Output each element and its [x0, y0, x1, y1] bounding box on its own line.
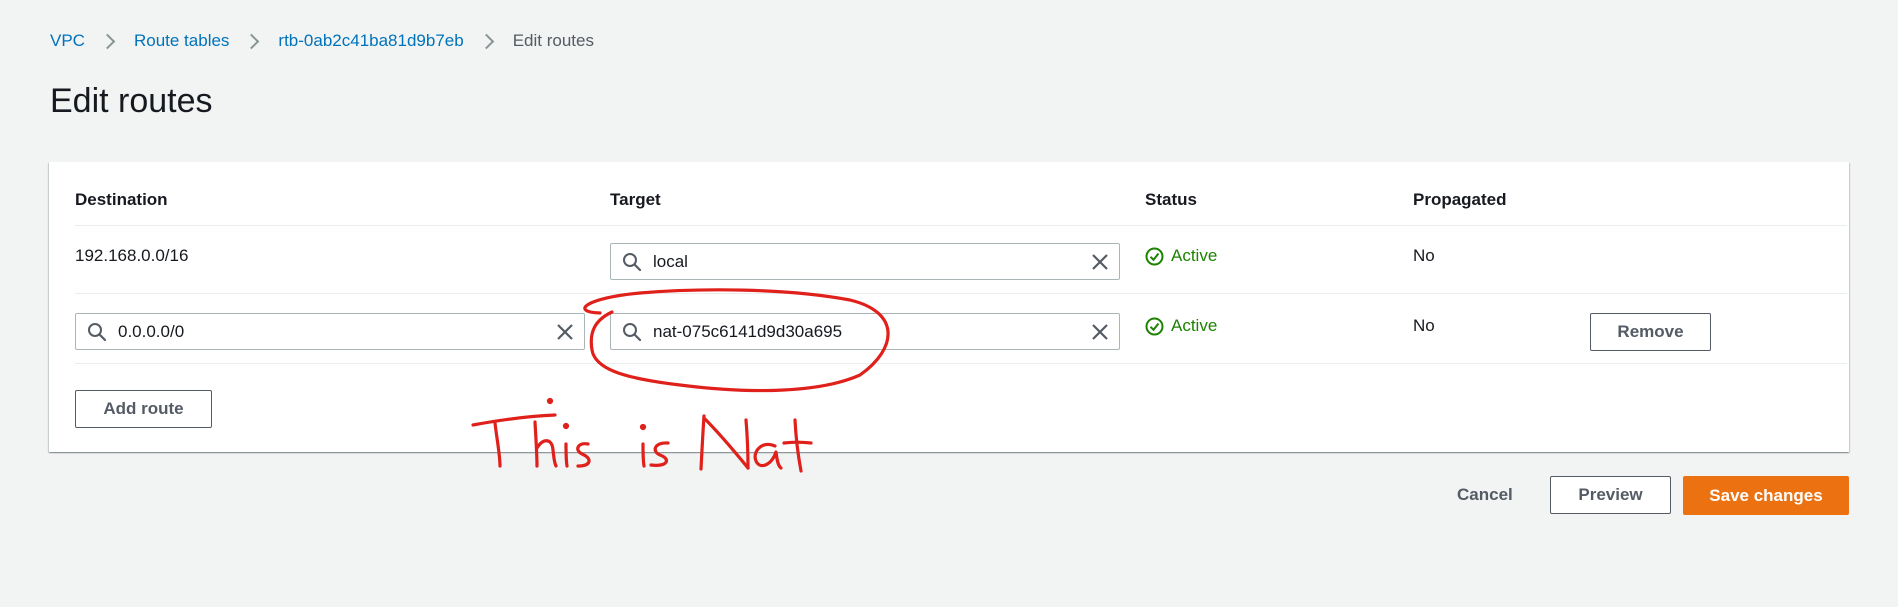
breadcrumb-current: Edit routes — [512, 31, 594, 50]
search-icon — [88, 323, 107, 342]
chevron-right-icon — [244, 33, 260, 49]
target-value: local — [653, 252, 688, 271]
column-header-destination: Destination — [75, 190, 168, 209]
status-text: Active — [1171, 316, 1218, 335]
column-header-target: Target — [610, 190, 661, 209]
save-changes-button[interactable]: Save changes — [1683, 476, 1849, 515]
preview-button[interactable]: Preview — [1550, 476, 1671, 514]
target-input[interactable]: nat-075c6141d9d30a695 — [610, 313, 1120, 350]
add-route-button[interactable]: Add route — [75, 390, 212, 428]
column-header-status: Status — [1145, 190, 1197, 209]
propagated-cell: No — [1413, 246, 1435, 265]
page-title: Edit routes — [50, 82, 213, 120]
destination-cell: 192.168.0.0/16 — [75, 246, 189, 265]
cancel-button[interactable]: Cancel — [1457, 485, 1513, 505]
search-icon — [623, 323, 642, 342]
divider — [75, 293, 1847, 294]
remove-route-button[interactable]: Remove — [1590, 313, 1711, 351]
breadcrumb-route-table-id[interactable]: rtb-0ab2c41ba81d9b7eb — [278, 31, 463, 51]
check-circle-icon — [1145, 317, 1164, 335]
divider — [75, 225, 1847, 226]
breadcrumb-vpc[interactable]: VPC — [50, 31, 85, 51]
close-icon[interactable] — [556, 323, 574, 341]
status-badge: Active — [1145, 316, 1217, 336]
propagated-cell: No — [1413, 316, 1435, 335]
status-text: Active — [1171, 246, 1218, 265]
chevron-right-icon — [478, 33, 494, 49]
divider — [75, 363, 1847, 364]
column-header-propagated: Propagated — [1413, 190, 1507, 209]
status-badge: Active — [1145, 246, 1217, 266]
breadcrumb: VPC Route tables rtb-0ab2c41ba81d9b7eb E… — [50, 31, 594, 51]
chevron-right-icon — [99, 33, 116, 49]
target-value: nat-075c6141d9d30a695 — [653, 322, 843, 341]
destination-value: 0.0.0.0/0 — [118, 322, 185, 341]
breadcrumb-route-tables[interactable]: Route tables — [134, 31, 229, 51]
search-icon — [623, 253, 642, 272]
check-circle-icon — [1145, 247, 1164, 265]
close-icon[interactable] — [1091, 323, 1109, 341]
routes-table: Destination Target Status Propagated 192… — [49, 162, 1849, 452]
target-input[interactable]: local — [610, 243, 1120, 280]
destination-input[interactable]: 0.0.0.0/0 — [75, 313, 585, 350]
close-icon[interactable] — [1091, 253, 1109, 271]
